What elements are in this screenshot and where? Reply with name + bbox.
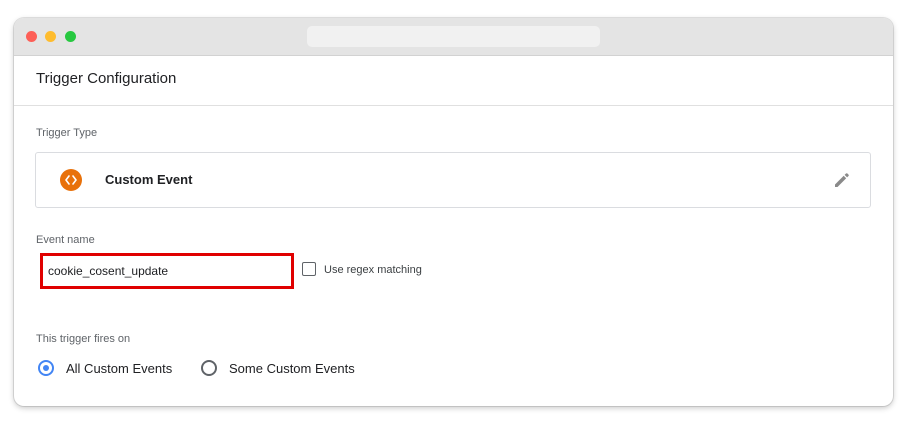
event-name-input[interactable] <box>44 258 298 284</box>
title-bar <box>14 18 893 56</box>
minimize-window-button[interactable] <box>45 31 56 42</box>
browser-window: Trigger Configuration Trigger Type Custo… <box>14 18 893 406</box>
pencil-icon[interactable] <box>832 170 852 190</box>
maximize-window-button[interactable] <box>65 31 76 42</box>
address-bar[interactable] <box>307 26 600 47</box>
header-divider <box>14 105 893 106</box>
radio-all-custom-events[interactable] <box>38 360 54 376</box>
event-name-label: Event name <box>36 234 95 246</box>
radio-some-custom-events-label[interactable]: Some Custom Events <box>229 361 355 376</box>
page-title: Trigger Configuration <box>36 70 177 87</box>
trigger-type-card[interactable]: Custom Event <box>35 152 871 208</box>
regex-checkbox[interactable] <box>302 262 316 276</box>
trigger-type-label: Trigger Type <box>36 127 98 139</box>
code-brackets-icon <box>60 169 82 191</box>
trigger-type-name: Custom Event <box>105 172 193 187</box>
regex-checkbox-label[interactable]: Use regex matching <box>324 264 422 276</box>
fires-on-label: This trigger fires on <box>36 333 131 345</box>
radio-some-custom-events[interactable] <box>201 360 217 376</box>
close-window-button[interactable] <box>26 31 37 42</box>
radio-all-custom-events-label[interactable]: All Custom Events <box>66 361 172 376</box>
